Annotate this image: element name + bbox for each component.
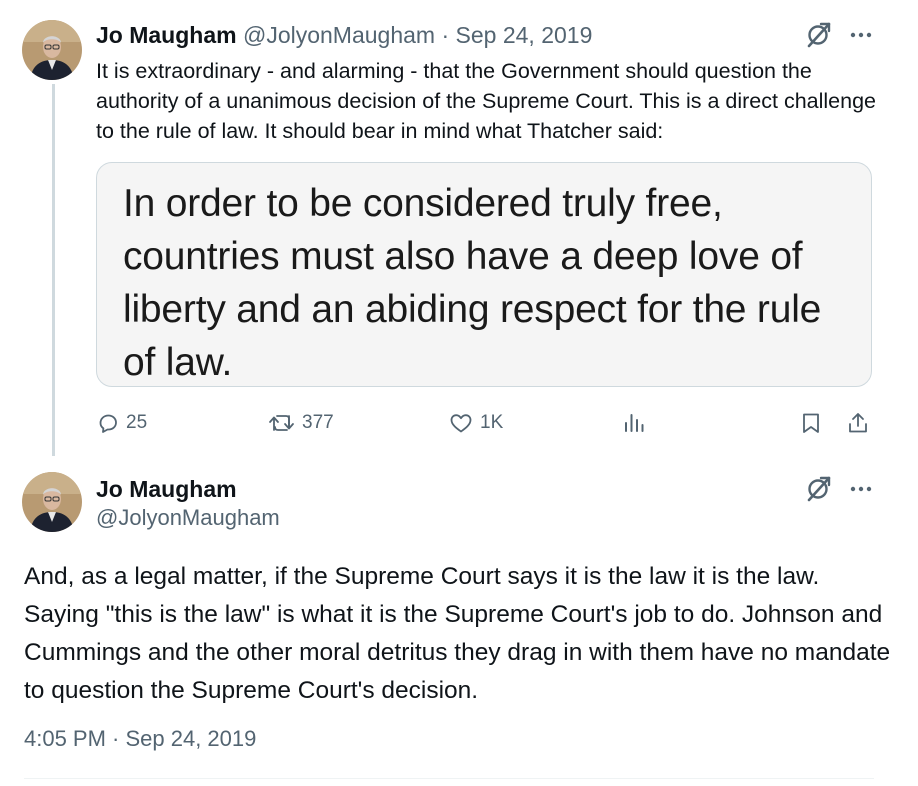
author-handle[interactable]: @JolyonMaugham <box>96 503 280 533</box>
share-button[interactable] <box>846 408 870 438</box>
bookmark-icon <box>803 413 819 433</box>
views-icon <box>625 414 644 432</box>
avatar[interactable] <box>22 20 82 80</box>
tweet-image[interactable]: In order to be considered truly free, co… <box>96 162 872 387</box>
retweet-count: 377 <box>302 412 334 433</box>
like-icon <box>450 414 472 433</box>
more-icon[interactable] <box>848 476 874 502</box>
author-name[interactable]: Jo Maugham <box>96 22 237 48</box>
author-handle[interactable]: @JolyonMaugham <box>243 22 435 48</box>
tweet-text: It is extraordinary - and alarming - tha… <box>96 59 877 143</box>
separator: · <box>441 22 450 48</box>
grok-icon[interactable] <box>804 20 834 50</box>
thread-connector-line <box>52 84 55 456</box>
tweet-header: Jo Maugham @JolyonMaugham · Sep 24, 2019 <box>96 20 592 50</box>
reply-icon <box>99 414 117 433</box>
share-icon <box>849 413 867 433</box>
reply-count: 25 <box>126 412 148 433</box>
retweet-icon <box>269 415 294 431</box>
retweet-button[interactable]: 377 <box>268 408 334 438</box>
views-button[interactable] <box>622 408 646 438</box>
divider <box>24 778 874 779</box>
reply-button[interactable]: 25 <box>96 408 147 438</box>
author-name[interactable]: Jo Maugham <box>96 474 237 504</box>
tweet-timestamp[interactable]: 4:05 PM · Sep 24, 2019 <box>24 724 256 754</box>
avatar[interactable] <box>22 472 82 532</box>
more-icon[interactable] <box>848 22 874 48</box>
tweet-text: And, as a legal matter, if the Supreme C… <box>24 563 891 704</box>
like-count: 1K <box>480 412 504 433</box>
bookmark-button[interactable] <box>800 408 822 438</box>
grok-icon[interactable] <box>804 474 834 504</box>
tweet-date[interactable]: Sep 24, 2019 <box>456 22 593 48</box>
like-button[interactable]: 1K <box>448 408 503 438</box>
quote-image-text: In order to be considered truly free, co… <box>123 182 822 384</box>
